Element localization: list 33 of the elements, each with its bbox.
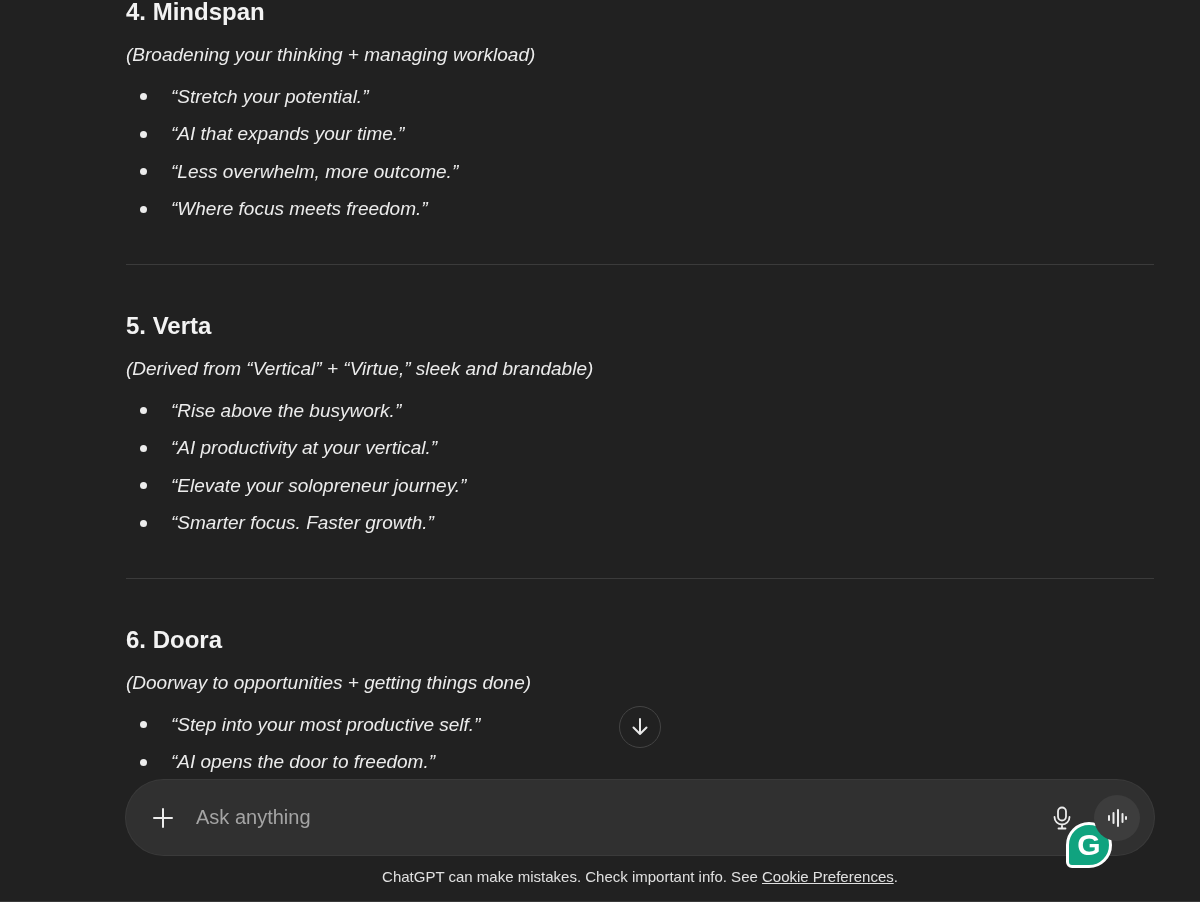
microphone-icon[interactable] <box>1052 805 1072 830</box>
bullet-text: “Less overwhelm, more outcome.” <box>171 160 459 183</box>
section-subtitle: (Broadening your thinking + managing workload) <box>126 43 537 67</box>
section-subtitle: (Doorway to opportunities + getting things done) <box>126 671 533 695</box>
plus-icon[interactable] <box>152 806 174 829</box>
bullet-text: “AI productivity at your vertical.” <box>171 437 438 460</box>
bullet-text: “Step into your most productive self.” <box>171 713 481 736</box>
section-subtitle: (Derived from “Vertical” + “Virtue,” sleek and brandable) <box>126 357 595 381</box>
bullet-icon <box>140 721 147 729</box>
bullet-icon <box>140 444 147 452</box>
bullet-text: “AI that expands your time.” <box>171 123 405 146</box>
bullet-icon <box>140 205 147 213</box>
scroll-down-button[interactable] <box>619 706 661 748</box>
arrow-down-icon <box>630 717 650 737</box>
bullet-icon <box>140 168 147 176</box>
bullet-text: “Where focus meets freedom.” <box>171 198 428 221</box>
bullet-icon <box>140 130 147 138</box>
bullet-icon <box>140 482 147 490</box>
section-heading: 5. Verta <box>126 311 213 341</box>
bullet-text: “Smarter focus. Faster growth.” <box>171 512 434 535</box>
disclaimer-text: ChatGPT can make mistakes. Check important info. See Cookie Preferences. <box>382 868 898 885</box>
bullet-text: “Elevate your solopreneur journey.” <box>171 474 467 497</box>
section-heading: 4. Mindspan <box>126 0 266 27</box>
bullet-text: “AI opens the door to freedom.” <box>171 751 436 774</box>
bullet-text: “Stretch your potential.” <box>171 85 369 108</box>
cookie-preferences-link[interactable]: Cookie Preferences <box>762 868 894 885</box>
section-heading: 6. Doora <box>126 625 224 655</box>
sound-wave-icon <box>1106 807 1128 828</box>
bullet-icon <box>140 758 147 766</box>
bullet-icon <box>140 93 147 101</box>
bullet-icon <box>140 519 147 527</box>
bullet-icon <box>140 407 147 415</box>
bullet-text: “Rise above the busywork.” <box>171 399 402 422</box>
